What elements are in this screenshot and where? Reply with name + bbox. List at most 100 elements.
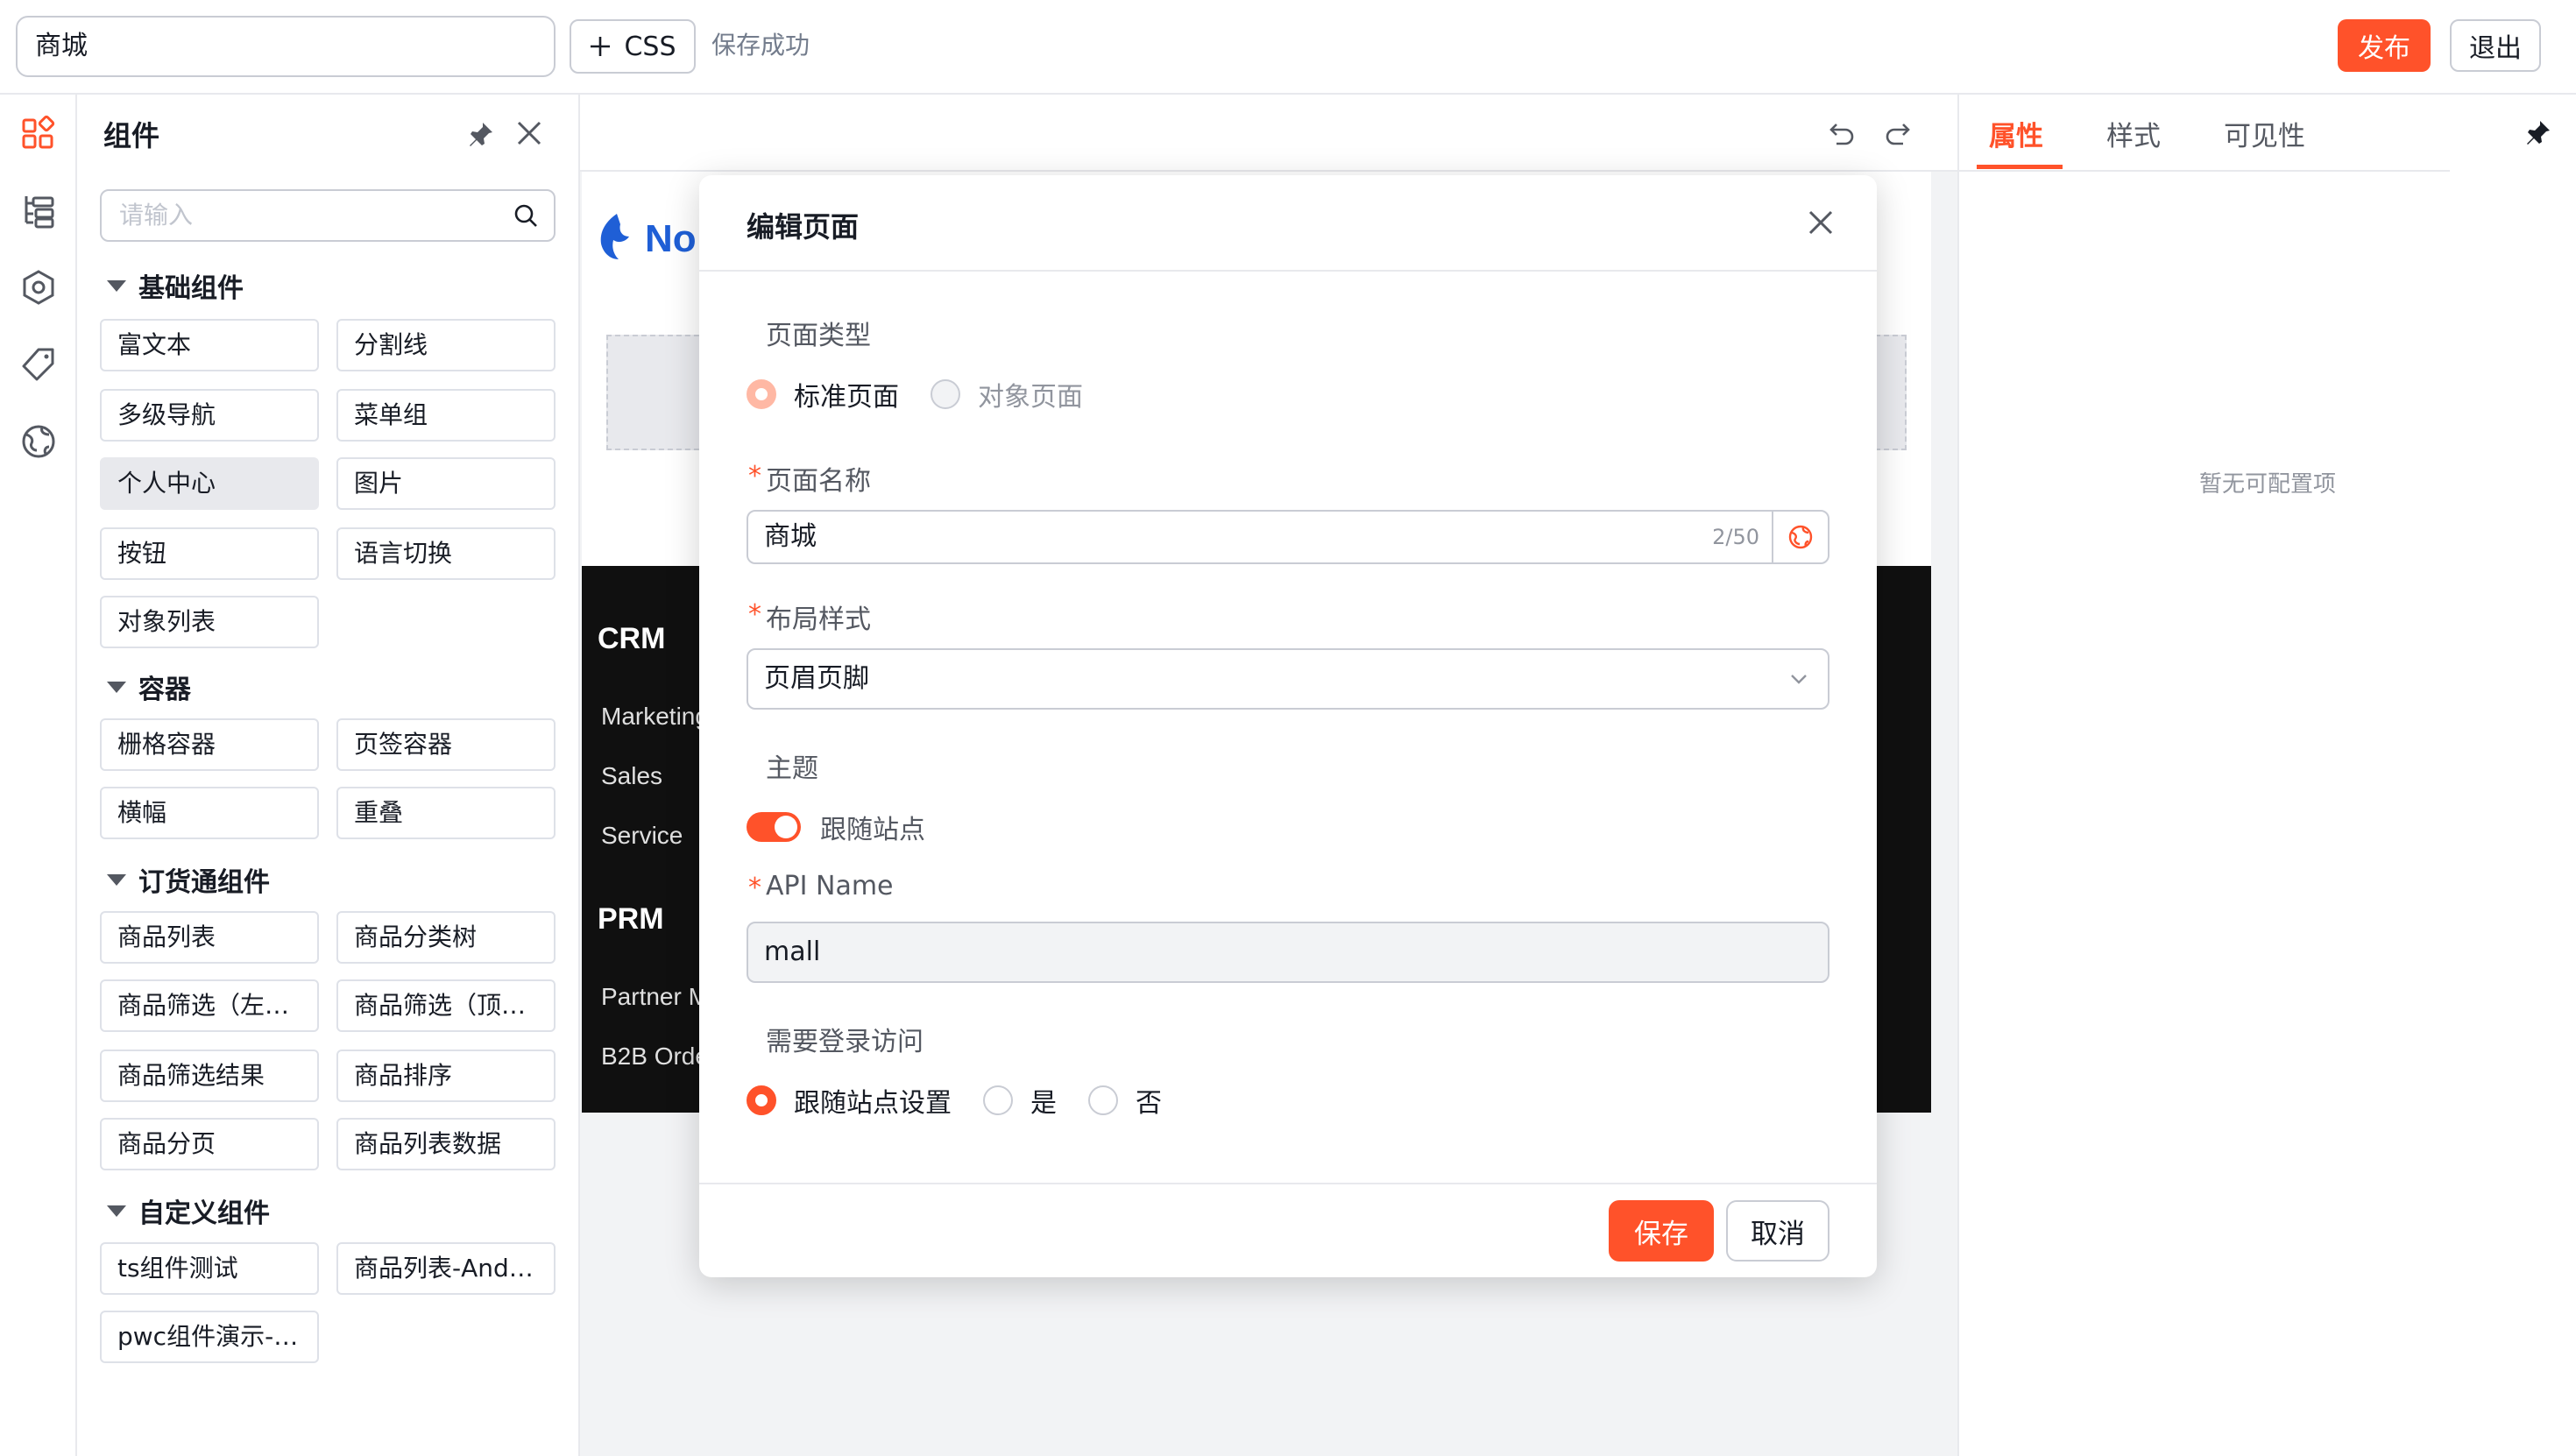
close-icon[interactable]	[1805, 207, 1836, 238]
edit-page-dialog: 编辑页面 页面类型 标准页面 对象页面 页面名称 商城 2/50 布局样式 页眉…	[699, 175, 1877, 1277]
redo-icon[interactable]	[1884, 117, 1915, 149]
component-item[interactable]: 富文本	[100, 319, 319, 371]
layout-select[interactable]: 页眉页脚	[747, 648, 1829, 710]
component-item[interactable]: 商品筛选结果	[100, 1050, 319, 1102]
component-item[interactable]: 商品筛选（左侧）	[100, 979, 319, 1032]
properties-panel: 属性 样式 可见性 暂无可配置项	[1957, 95, 2576, 1456]
radio-no[interactable]	[1088, 1085, 1118, 1115]
site-logo-text: No	[645, 217, 697, 260]
component-item[interactable]: 分割线	[336, 319, 556, 371]
components-search-input[interactable]: 请输入	[100, 189, 556, 242]
component-item[interactable]: 商品筛选（顶部）	[336, 979, 556, 1032]
tag-icon[interactable]	[19, 345, 58, 384]
component-item[interactable]: 商品列表-Andy测试	[336, 1242, 556, 1295]
component-item[interactable]: 菜单组	[336, 389, 556, 442]
tab-style[interactable]: 样式	[2106, 114, 2161, 153]
components-panel: 组件 请输入 基础组件 富文本 分割线 多级导航 菜单组 个人中心 图片 按钮 …	[77, 95, 580, 1456]
component-item[interactable]: 商品排序	[336, 1050, 556, 1102]
nav-link[interactable]: B2B Orde	[601, 1043, 709, 1071]
component-item[interactable]: 页签容器	[336, 718, 556, 771]
radio-object-page	[931, 379, 960, 409]
tab-visibility[interactable]: 可见性	[2224, 114, 2305, 153]
component-item[interactable]: 商品列表数据	[336, 1118, 556, 1170]
layout-label: 布局样式	[748, 597, 871, 636]
pin-icon[interactable]	[2523, 117, 2553, 147]
nav-link[interactable]: Marketing	[601, 703, 709, 731]
theme-toggle[interactable]	[747, 812, 801, 842]
theme-label: 主题	[766, 753, 818, 784]
component-item[interactable]: 图片	[336, 457, 556, 510]
component-item[interactable]: ts组件测试	[100, 1242, 319, 1295]
component-item[interactable]: 商品列表	[100, 911, 319, 964]
api-name-field: mall	[747, 922, 1829, 983]
component-item-active[interactable]: 个人中心	[100, 457, 319, 510]
page-type-radio-group: 标准页面 对象页面	[747, 375, 1115, 413]
pin-icon[interactable]	[466, 119, 496, 149]
radio-label: 对象页面	[978, 382, 1083, 413]
component-item[interactable]: 按钮	[100, 527, 319, 580]
caret-down-icon	[107, 1205, 126, 1217]
publish-button[interactable]: 发布	[2338, 19, 2431, 72]
radio-label: 是	[1030, 1088, 1057, 1119]
radio-standard-page[interactable]	[747, 379, 776, 409]
plus-icon	[591, 37, 611, 56]
api-name-label: API Name	[748, 871, 893, 903]
tab-properties[interactable]: 属性	[1989, 114, 2043, 153]
canvas-toolbar	[580, 95, 1957, 172]
exit-button[interactable]: 退出	[2450, 19, 2541, 72]
group-container[interactable]: 容器	[107, 668, 191, 706]
nav-heading-crm: CRM	[598, 622, 666, 655]
component-item[interactable]: 重叠	[336, 787, 556, 839]
page-type-label: 页面类型	[766, 321, 871, 351]
radio-label: 标准页面	[794, 382, 899, 413]
group-custom[interactable]: 自定义组件	[107, 1191, 270, 1230]
component-item[interactable]: 语言切换	[336, 527, 556, 580]
settings-icon[interactable]	[19, 268, 58, 307]
radio-yes[interactable]	[983, 1085, 1013, 1115]
char-counter: 2/50	[1712, 525, 1759, 549]
left-rail	[0, 95, 77, 1456]
component-item[interactable]: pwc组件演示-abc	[100, 1311, 319, 1363]
caret-down-icon	[107, 279, 126, 292]
dialog-header: 编辑页面	[699, 175, 1877, 272]
cancel-button[interactable]: 取消	[1726, 1200, 1829, 1262]
nav-link[interactable]: Service	[601, 822, 683, 850]
dialog-footer-divider	[699, 1183, 1877, 1184]
site-logo-icon	[600, 214, 629, 259]
page-name-input[interactable]: 商城	[16, 16, 556, 77]
group-ordering[interactable]: 订货通组件	[107, 860, 270, 899]
undo-icon[interactable]	[1824, 117, 1856, 149]
nav-link[interactable]: Sales	[601, 762, 662, 790]
group-basic[interactable]: 基础组件	[107, 266, 244, 305]
nav-link[interactable]: Partner M	[601, 983, 709, 1011]
component-item[interactable]: 商品分页	[100, 1118, 319, 1170]
component-item[interactable]: 多级导航	[100, 389, 319, 442]
translate-button[interactable]	[1772, 510, 1828, 564]
radio-label: 跟随站点设置	[794, 1088, 952, 1119]
group-title: 容器	[138, 675, 191, 705]
components-icon[interactable]	[19, 114, 58, 152]
empty-state-text: 暂无可配置项	[2198, 471, 2336, 498]
dialog-title: 编辑页面	[747, 210, 860, 244]
component-item[interactable]: 栅格容器	[100, 718, 319, 771]
page-name-field[interactable]: 商城 2/50	[747, 510, 1829, 564]
css-button-label: CSS	[624, 31, 676, 62]
page-name-value: 商城	[764, 521, 817, 552]
globe-icon[interactable]	[19, 422, 58, 461]
component-item[interactable]: 商品分类树	[336, 911, 556, 964]
tree-icon[interactable]	[19, 191, 58, 230]
add-css-button[interactable]: CSS	[570, 19, 696, 74]
group-title: 自定义组件	[138, 1198, 270, 1229]
page-name-label: 页面名称	[748, 459, 871, 498]
toggle-knob	[775, 816, 797, 838]
component-item[interactable]: 对象列表	[100, 596, 319, 648]
search-icon[interactable]	[512, 201, 540, 230]
components-panel-title: 组件	[103, 119, 160, 152]
active-tab-indicator	[1977, 165, 2063, 169]
layout-value: 页眉页脚	[764, 663, 869, 694]
caret-down-icon	[107, 873, 126, 886]
component-item[interactable]: 横幅	[100, 787, 319, 839]
close-icon[interactable]	[513, 117, 545, 149]
save-button[interactable]: 保存	[1609, 1200, 1714, 1262]
radio-follow-site[interactable]	[747, 1085, 776, 1115]
